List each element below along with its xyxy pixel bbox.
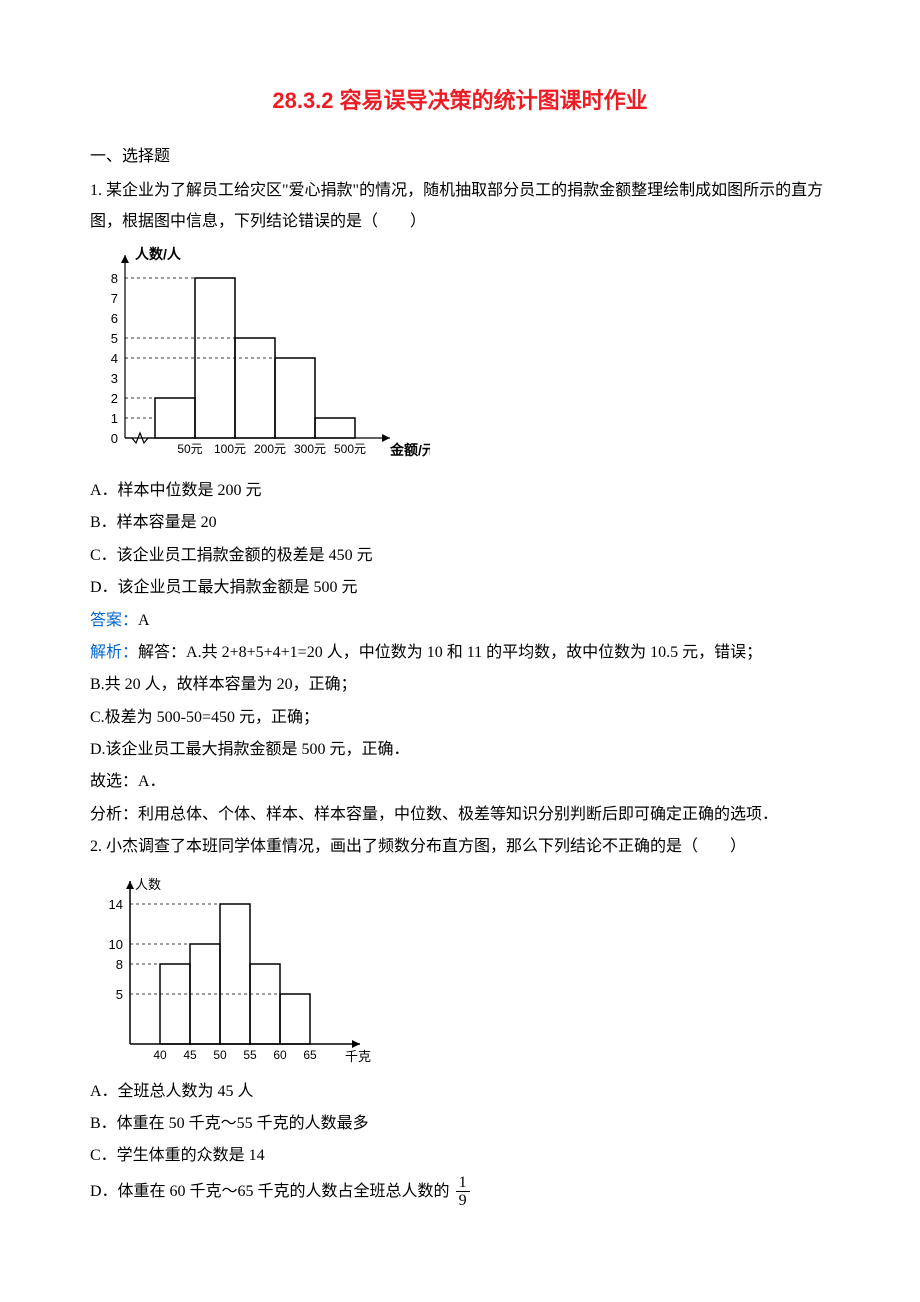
ytick-10: 10 [109,937,123,952]
ytick-2: 2 [111,391,118,406]
x-axis-label: 金额/元 [389,442,430,458]
q1-analysis-5: 故选：A． [90,767,830,797]
q1-option-d: D．该企业员工最大捐款金额是 500 元 [90,573,830,603]
xcat-4: 300元 [294,442,326,456]
x-axis-label-2: 千克 [345,1049,371,1064]
analysis-label: 解析： [90,644,138,661]
q1-analysis-4: D.该企业员工最大捐款金额是 500 元，正确． [90,735,830,765]
ytick-8: 8 [116,957,123,972]
q2-option-c: C．学生体重的众数是 14 [90,1141,830,1171]
q1-analysis-2: B.共 20 人，故样本容量为 20，正确； [90,670,830,700]
ytick-1: 1 [111,411,118,426]
xcat-5: 500元 [334,442,366,456]
q1-analysis-3: C.极差为 500-50=450 元，正确； [90,703,830,733]
analysis-text-1: 解答：A.共 2+8+5+4+1=20 人，中位数为 10 和 11 的平均数，… [138,644,762,661]
answer-value: A [138,612,150,629]
fraction-one-ninth: 1 9 [456,1174,470,1210]
xcat-50: 50 [213,1048,227,1062]
ytick-3: 3 [111,371,118,386]
section-heading: 一、选择题 [90,142,830,172]
ytick-8: 8 [111,271,118,286]
q1-analysis-6: 分析：利用总体、个体、样本、样本容量，中位数、极差等知识分别判断后即可确定正确的… [90,800,830,830]
page-title: 28.3.2 容易误导决策的统计图课时作业 [90,80,830,122]
xcat-45: 45 [183,1048,197,1062]
xcat-55: 55 [243,1048,257,1062]
ytick-5: 5 [111,331,118,346]
q1-option-b: B．样本容量是 20 [90,508,830,538]
q2-option-d: D．体重在 60 千克～65 千克的人数占全班总人数的 1 9 [90,1174,830,1210]
q1-option-a: A．样本中位数是 200 元 [90,476,830,506]
ytick-5: 5 [116,987,123,1002]
q2-option-b: B．体重在 50 千克～55 千克的人数最多 [90,1109,830,1139]
xcat-1: 50元 [177,442,202,456]
ytick-0: 0 [111,431,118,446]
xcat-2: 100元 [214,442,246,456]
ytick-7: 7 [111,291,118,306]
q1-analysis-1: 解析：解答：A.共 2+8+5+4+1=20 人，中位数为 10 和 11 的平… [90,638,830,668]
q1-option-c: C．该企业员工捐款金额的极差是 450 元 [90,541,830,571]
answer-label: 答案： [90,612,138,629]
xcat-3: 200元 [254,442,286,456]
fraction-denominator: 9 [456,1192,470,1210]
q1-answer: 答案：A [90,606,830,636]
y-axis-label-2: 人数 [135,877,161,892]
q2-chart: 14 10 8 5 40 45 50 55 60 65 人数 千克 [90,869,390,1069]
ytick-4: 4 [111,351,118,366]
xcat-40: 40 [153,1048,167,1062]
q2-option-d-text: D．体重在 60 千克～65 千克的人数占全班总人数的 [90,1183,450,1200]
fraction-numerator: 1 [456,1174,470,1193]
xcat-65: 65 [303,1048,317,1062]
q2-option-a: A．全班总人数为 45 人 [90,1077,830,1107]
ytick-6: 6 [111,311,118,326]
q1-stem: 1. 某企业为了解员工给灾区"爱心捐款"的情况，随机抽取部分员工的捐款金额整理绘… [90,176,830,237]
q1-chart: 0 1 2 3 4 5 6 7 8 50元 100元 200元 300元 500… [90,243,430,468]
xcat-60: 60 [273,1048,287,1062]
y-axis-label: 人数/人 [135,246,182,262]
ytick-14: 14 [109,897,123,912]
q2-stem: 2. 小杰调查了本班同学体重情况，画出了频数分布直方图，那么下列结论不正确的是（… [90,832,830,862]
